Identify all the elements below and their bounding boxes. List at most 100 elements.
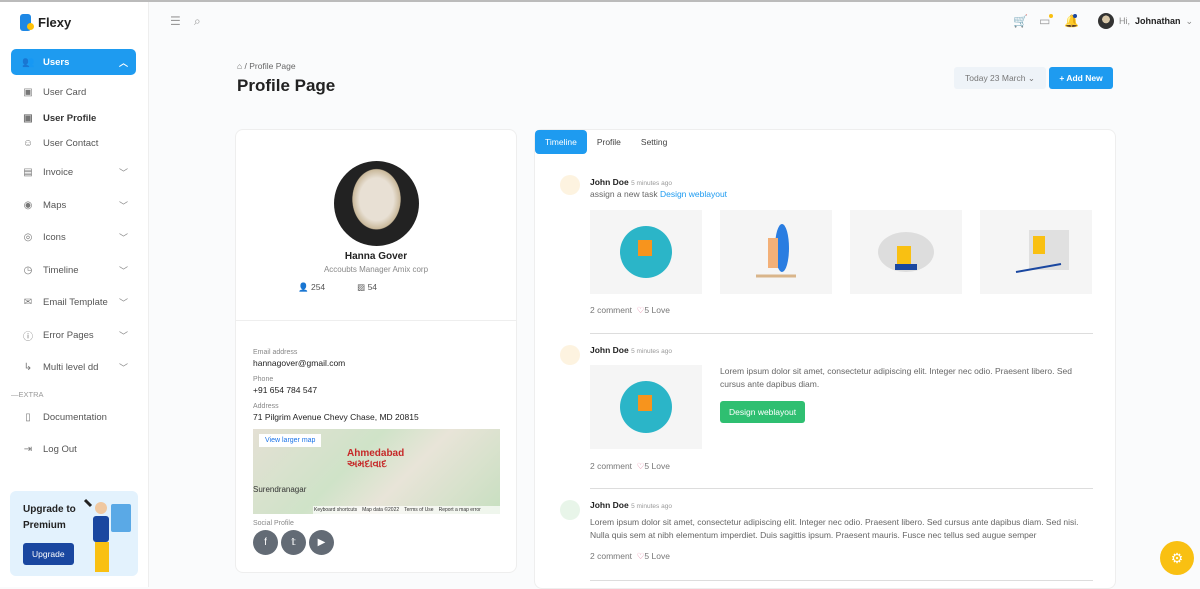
- sidebar-item-documentation[interactable]: ▯ Documentation: [11, 401, 136, 434]
- chevron-down-icon: ﹀: [118, 265, 128, 276]
- skier-image[interactable]: [980, 210, 1092, 294]
- divider: [590, 333, 1093, 334]
- upgrade-button[interactable]: Upgrade: [23, 543, 74, 565]
- page-title: Profile Page: [237, 76, 336, 95]
- chevron-down-icon: ⌄: [1185, 15, 1194, 26]
- post-text: Lorem ipsum dolor sit amet, consectetur …: [590, 517, 1079, 540]
- phone-value: +91 654 784 547: [253, 385, 318, 395]
- sidebar-item-error-pages[interactable]: ⓘ Error Pages ﹀: [11, 319, 136, 352]
- photos-count: ▨ 54: [357, 282, 378, 292]
- profile-name: Hanna Gover: [344, 251, 408, 262]
- sidebar-item-multi-level[interactable]: ↳ Multi level dd ﹀: [11, 352, 136, 385]
- mail-icon: ✉: [23, 297, 33, 309]
- post-meta: 2 comment ♡5 Love: [590, 551, 670, 561]
- corner-icon: ↳: [23, 362, 33, 374]
- date-dropdown[interactable]: Today 23 March ⌄: [954, 67, 1046, 89]
- chevron-down-icon: ﹀: [118, 363, 128, 374]
- social-links: f 𝕥 ▶: [253, 530, 334, 555]
- target-icon: ◎: [23, 232, 33, 244]
- search-icon[interactable]: ⌕: [194, 14, 201, 29]
- profile-stats: 👤 254 ▨ 54: [298, 282, 377, 293]
- file-icon: ▤: [23, 167, 33, 179]
- task-link[interactable]: Design weblayout: [660, 189, 727, 199]
- youtube-icon[interactable]: ▶: [309, 530, 334, 555]
- avatar: [560, 345, 580, 365]
- post-text: Lorem ipsum dolor sit amet, consectetur …: [720, 366, 1072, 389]
- logo[interactable]: Flexy: [20, 14, 71, 31]
- design-weblayout-button[interactable]: Design weblayout: [720, 401, 806, 423]
- comment-count[interactable]: 2 comment: [590, 461, 632, 471]
- sidebar-item-user-card[interactable]: ▣ User Card: [11, 80, 136, 106]
- map-footer: Keyboard shortcuts Map data ©2022 Terms of…: [313, 506, 500, 514]
- avatar: [1098, 13, 1114, 29]
- breadcrumb: ⌂ / Profile Page: [237, 61, 296, 71]
- cart-icon[interactable]: 🛒: [1013, 14, 1028, 28]
- sidebar-nav: 👥 Users ︿ ▣ User Card ▣ User Profile ☺ User C…: [11, 49, 136, 466]
- chevron-down-icon: ﹀: [118, 168, 128, 179]
- sidebar-item-timeline[interactable]: ◷ Timeline ﹀: [11, 254, 136, 287]
- sidebar-item-email-template[interactable]: ✉ Email Template ﹀: [11, 287, 136, 320]
- chevron-down-icon: ﹀: [118, 298, 128, 309]
- sidebar-item-invoice[interactable]: ▤ Invoice ﹀: [11, 157, 136, 190]
- avatar: [560, 175, 580, 195]
- users-icon: 👥: [22, 56, 35, 68]
- profile-card: Hanna Gover Accoubts Manager Amix corp 👤…: [235, 129, 517, 573]
- avatar: [560, 500, 580, 520]
- sidebar-item-icons[interactable]: ◎ Icons ﹀: [11, 222, 136, 255]
- document-icon: ▯: [25, 411, 31, 423]
- card-icon: ▣: [23, 112, 33, 124]
- sidebar-item-logout[interactable]: ⇥ Log Out: [11, 434, 136, 467]
- comment-count[interactable]: 2 comment: [590, 551, 632, 561]
- divider: [590, 580, 1093, 581]
- upgrade-title: Upgrade to Premium: [23, 504, 76, 531]
- contact-icon: ☺: [22, 138, 34, 150]
- tab-setting[interactable]: Setting: [631, 130, 677, 154]
- surfer-image[interactable]: [590, 210, 702, 294]
- image-gallery: [590, 210, 1092, 294]
- map-embed[interactable]: View larger map Ahmedabad અમદાવાદ Surendr…: [253, 429, 500, 514]
- user-menu[interactable]: Hi, Johnathan ⌄: [1098, 13, 1193, 29]
- map-city: Ahmedabad અમદાવાદ: [347, 448, 405, 470]
- tab-profile[interactable]: Profile: [587, 130, 631, 154]
- add-new-button[interactable]: + Add New: [1049, 67, 1113, 89]
- social-label: Social Profile: [253, 520, 294, 527]
- tab-timeline[interactable]: Timeline: [535, 130, 587, 154]
- sidebar-item-user-contact[interactable]: ☺ User Contact: [11, 131, 136, 157]
- image-icon: ▨: [357, 282, 366, 292]
- followers-count: 👤 254: [298, 282, 326, 292]
- map-city-secondary: Surendranagar: [253, 485, 307, 494]
- twitter-icon[interactable]: 𝕥: [281, 530, 306, 555]
- card-icon: ▣: [23, 87, 33, 99]
- settings-fab[interactable]: ⚙: [1160, 541, 1194, 575]
- email-value: hannagover@gmail.com: [253, 358, 346, 368]
- sidebar-item-users[interactable]: 👥 Users ︿: [11, 49, 136, 75]
- chevron-down-icon: ﹀: [118, 233, 128, 244]
- logout-icon: ⇥: [23, 444, 33, 456]
- upgrade-illustration: [83, 498, 131, 572]
- sidebar-item-maps[interactable]: ◉ Maps ﹀: [11, 189, 136, 222]
- logo-icon: [20, 14, 34, 31]
- comment-count[interactable]: 2 comment: [590, 305, 632, 315]
- surfer-image[interactable]: [590, 365, 702, 449]
- profile-role: Accoubts Manager Amix corp: [323, 265, 429, 274]
- view-larger-map-link[interactable]: View larger map: [259, 434, 322, 447]
- facebook-icon[interactable]: f: [253, 530, 278, 555]
- message-badge: [1049, 14, 1053, 18]
- chevron-up-icon: ︿: [118, 57, 128, 68]
- tabs: Timeline Profile Setting: [535, 130, 677, 154]
- menu-icon[interactable]: ☰: [170, 14, 181, 28]
- sidebar-item-user-profile[interactable]: ▣ User Profile: [11, 106, 136, 132]
- upgrade-card: Upgrade to Premium Upgrade: [10, 491, 138, 576]
- surfboard-image[interactable]: [720, 210, 832, 294]
- post-meta: 2 comment ♡5 Love: [590, 461, 670, 471]
- timeline-card: Timeline Profile Setting John Doe 5 minu…: [534, 129, 1116, 589]
- alert-icon: ⓘ: [23, 331, 33, 343]
- address-label: Address: [253, 403, 279, 410]
- map-pin-icon: ◉: [23, 199, 33, 211]
- post-meta: 2 comment ♡5 Love: [590, 305, 670, 315]
- laptop-image[interactable]: [850, 210, 962, 294]
- address-value: 71 Pilgrim Avenue Chevy Chase, MD 20815: [253, 412, 419, 422]
- chevron-down-icon: ﹀: [118, 200, 128, 211]
- user-icon: 👤: [298, 282, 309, 292]
- home-icon[interactable]: ⌂: [237, 61, 242, 71]
